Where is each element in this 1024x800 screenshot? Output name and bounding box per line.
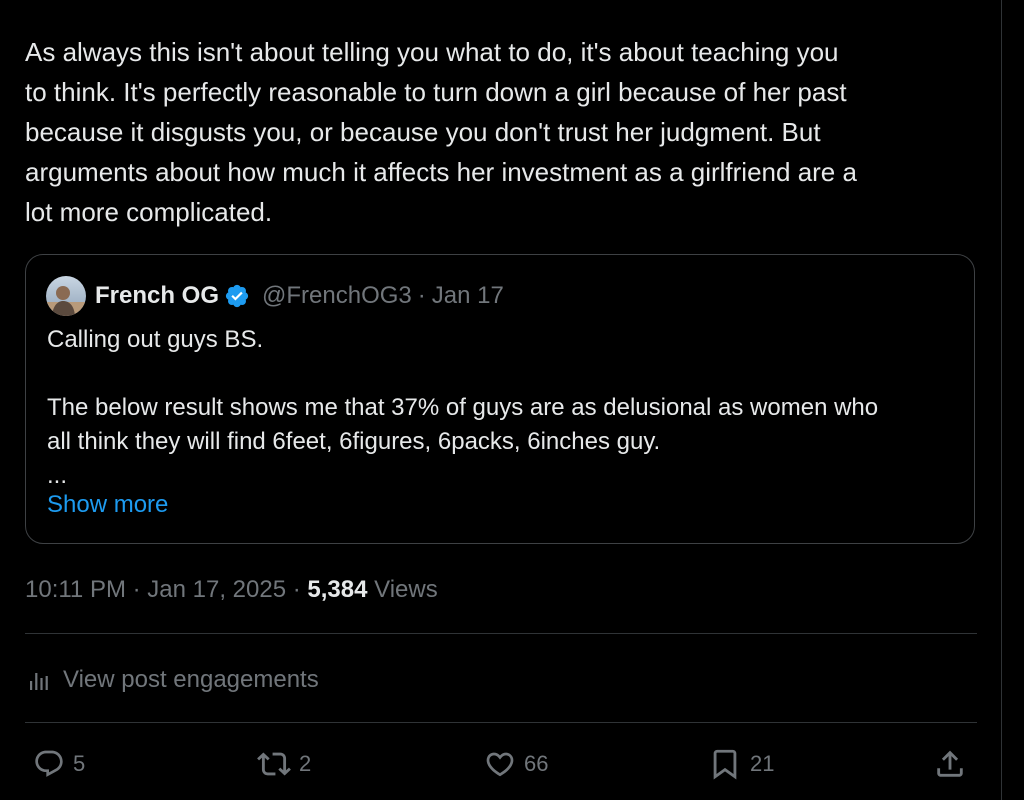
share-button[interactable]	[933, 745, 967, 783]
avatar[interactable]	[46, 276, 86, 316]
quoted-post-text: Calling out guys BS. The below result sh…	[47, 323, 957, 493]
quoted-author-handle[interactable]: @FrenchOG3	[262, 282, 412, 310]
divider	[25, 722, 977, 723]
bar-chart-icon	[30, 673, 48, 690]
post-text-line: because it disgusts you, or because you …	[25, 117, 821, 147]
post-text-line: As always this isn't about telling you w…	[25, 37, 839, 67]
like-count: 66	[524, 751, 549, 776]
post-text-line: to think. It's perfectly reasonable to t…	[25, 77, 847, 107]
quoted-text-line: Calling out guys BS.	[47, 326, 264, 353]
bookmark-icon	[713, 749, 737, 780]
reply-button[interactable]: 5	[33, 745, 85, 783]
quoted-text-line: ...	[47, 462, 68, 489]
bookmark-button[interactable]: 21	[708, 745, 774, 783]
views-count: 5,384	[307, 576, 368, 603]
reply-count: 5	[73, 751, 86, 776]
like-button[interactable]: 66	[484, 745, 548, 783]
view-engagements-button[interactable]: View post engagements	[27, 662, 319, 698]
post-metadata: 10:11 PM · Jan 17, 2025 · 5,384 Views	[25, 574, 438, 606]
share-icon	[937, 750, 963, 777]
view-engagements-label: View post engagements	[63, 666, 319, 693]
repost-button[interactable]: 2	[257, 745, 311, 783]
repost-count: 2	[299, 751, 312, 776]
show-more-link[interactable]: Show more	[47, 491, 168, 519]
post-timestamp[interactable]: 10:11 PM · Jan 17, 2025	[25, 576, 286, 603]
quoted-text-line: The below result shows me that 37% of gu…	[47, 394, 879, 421]
column-border	[1001, 0, 1002, 800]
post-text: As always this isn't about telling you w…	[25, 32, 985, 232]
post-text-line: arguments about how much it affects her …	[25, 157, 857, 187]
separator-dot: ·	[286, 576, 308, 603]
quoted-text-line: all think they will find 6feet, 6figures…	[47, 428, 661, 455]
post-text-line: lot more complicated.	[25, 197, 273, 227]
quoted-post-card[interactable]: French OG @FrenchOG3 · Jan 17 Calling ou…	[25, 254, 975, 544]
reply-icon	[35, 750, 63, 777]
views-label: Views	[367, 576, 438, 603]
quoted-post-header: French OG @FrenchOG3 · Jan 17	[46, 275, 504, 317]
quoted-text-line	[47, 357, 957, 391]
separator-dot: ·	[417, 282, 426, 309]
quoted-post-date[interactable]: Jan 17	[432, 282, 504, 310]
verified-badge-icon	[224, 283, 250, 309]
divider	[25, 633, 977, 634]
repost-icon	[257, 752, 291, 776]
heart-icon	[486, 752, 514, 777]
bookmark-count: 21	[750, 751, 775, 776]
quoted-author-name[interactable]: French OG	[95, 282, 219, 310]
